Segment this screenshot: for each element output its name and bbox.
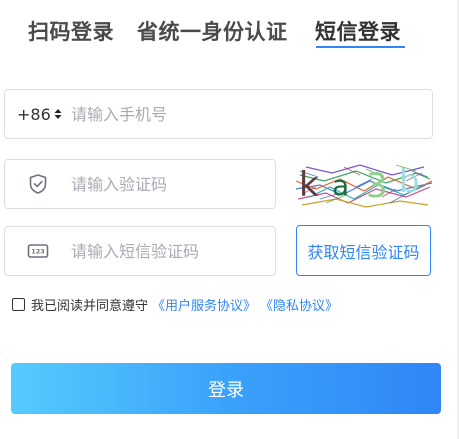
captcha-input[interactable] <box>71 160 266 208</box>
captcha-char-k: k <box>299 165 319 205</box>
sms-code-input[interactable] <box>71 227 266 275</box>
updown-arrows-icon <box>54 108 62 120</box>
tab-sms-login[interactable]: 短信登录 <box>315 16 401 46</box>
captcha-char-a: a <box>332 169 349 202</box>
login-button[interactable]: 登录 <box>11 363 441 414</box>
agreement-checkbox[interactable] <box>12 297 25 311</box>
agreement-row: 我已阅读并同意遵守 《用户服务协议》 《隐私协议》 <box>12 294 338 314</box>
captcha-char-3: 3 <box>366 166 388 206</box>
country-code-value: +86 <box>17 104 51 124</box>
phone-input[interactable] <box>71 90 421 138</box>
captcha-image[interactable]: k a 3 b <box>295 159 433 209</box>
tab-provincial-identity[interactable]: 省统一身份认证 <box>137 16 288 46</box>
captcha-char-b: b <box>399 162 419 200</box>
get-sms-code-button[interactable]: 获取短信验证码 <box>296 225 431 276</box>
tab-qr-login[interactable]: 扫码登录 <box>28 16 114 46</box>
country-code-select[interactable]: +86 <box>17 90 62 138</box>
sms-code-field: 123 <box>4 226 276 276</box>
phone-field: +86 <box>4 89 433 139</box>
agreement-text: 我已阅读并同意遵守 <box>31 298 149 314</box>
captcha-field <box>4 159 276 209</box>
privacy-agreement-link[interactable]: 《隐私协议》 <box>260 295 338 314</box>
keypad-123-icon: 123 <box>27 240 49 262</box>
active-tab-indicator <box>316 46 405 48</box>
user-service-agreement-link[interactable]: 《用户服务协议》 <box>152 295 256 314</box>
svg-text:123: 123 <box>31 248 45 256</box>
shield-icon <box>27 173 49 195</box>
